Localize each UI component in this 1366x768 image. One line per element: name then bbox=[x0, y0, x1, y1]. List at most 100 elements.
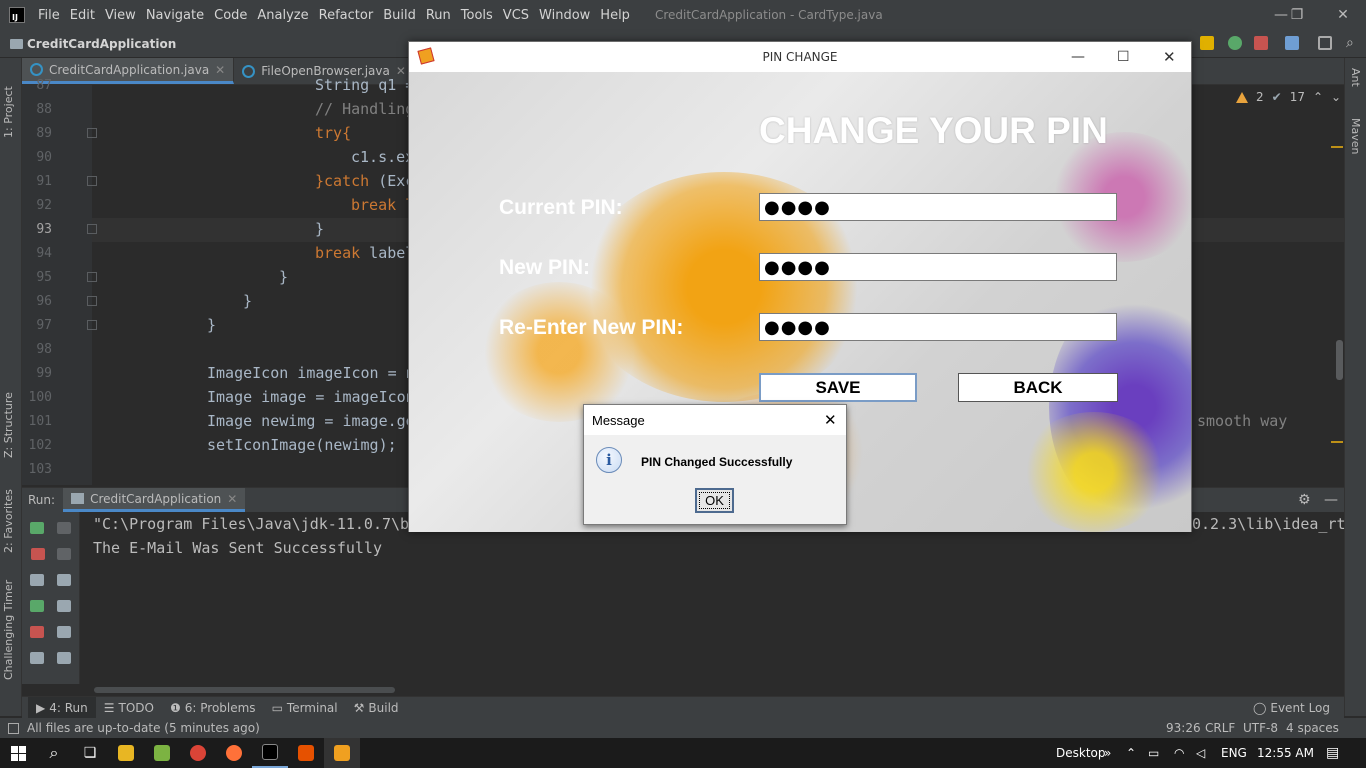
volume-icon[interactable]: ◁ bbox=[1196, 746, 1205, 760]
close-icon[interactable]: ✕ bbox=[227, 492, 237, 506]
camera-icon[interactable] bbox=[30, 574, 44, 586]
fold-marker-icon[interactable] bbox=[87, 272, 97, 282]
battery-icon[interactable]: ▭ bbox=[1148, 746, 1159, 760]
taskbar-app-orange[interactable] bbox=[288, 738, 324, 768]
presentation-icon[interactable] bbox=[1318, 36, 1332, 50]
tab-run[interactable]: ▶ 4: Run bbox=[28, 696, 96, 719]
stop-icon[interactable] bbox=[1254, 36, 1268, 50]
save-button[interactable]: SAVE bbox=[759, 373, 917, 402]
tab-creditcardapplication[interactable]: CreditCardApplication.java ✕ bbox=[22, 58, 235, 84]
file-encoding[interactable]: UTF-8 bbox=[1243, 721, 1278, 735]
editor-scrollbar[interactable] bbox=[1336, 340, 1343, 380]
taskbar-java-app[interactable] bbox=[324, 738, 360, 768]
chevron-down-icon[interactable]: ⌄ bbox=[1331, 90, 1341, 104]
status-message[interactable]: All files are up-to-date (5 minutes ago) bbox=[27, 721, 260, 735]
soft-wrap-icon[interactable] bbox=[57, 574, 71, 586]
taskbar-explorer[interactable] bbox=[108, 738, 144, 768]
search-icon[interactable]: ⌕ bbox=[1346, 36, 1360, 50]
current-pin-field[interactable]: ●●●● bbox=[759, 193, 1117, 221]
menu-build[interactable]: Build bbox=[378, 8, 421, 23]
menu-refactor[interactable]: Refactor bbox=[314, 8, 379, 23]
taskbar-chrome[interactable] bbox=[180, 738, 216, 768]
inspection-widget[interactable]: 2 ✔ 17 ⌃ ⌄ bbox=[1236, 90, 1341, 104]
menu-window[interactable]: Window bbox=[534, 8, 595, 23]
error-stripe-marker[interactable] bbox=[1331, 146, 1343, 148]
console-output[interactable]: "C:\Program Files\Java\jdk-11.0.7\b The … bbox=[80, 512, 1346, 684]
start-button[interactable] bbox=[0, 738, 36, 768]
run-config-tab[interactable]: CreditCardApplication ✕ bbox=[63, 488, 246, 512]
back-button[interactable]: BACK bbox=[958, 373, 1118, 402]
menu-analyze[interactable]: Analyze bbox=[252, 8, 313, 23]
language-indicator[interactable]: ENG bbox=[1221, 746, 1247, 760]
settings-gear-icon[interactable]: ⚙ bbox=[1298, 492, 1311, 508]
ant-tool-tab[interactable]: Ant bbox=[1349, 68, 1362, 87]
hidden-icons-icon[interactable]: ⌃ bbox=[1126, 746, 1136, 760]
taskbar-firefox[interactable] bbox=[216, 738, 252, 768]
layout-icon[interactable] bbox=[30, 652, 44, 664]
ok-button[interactable]: OK bbox=[695, 488, 734, 513]
error-stripe-marker[interactable] bbox=[1331, 441, 1343, 443]
close-window-button[interactable]: ✕ bbox=[1320, 0, 1366, 30]
menu-navigate[interactable]: Navigate bbox=[141, 8, 209, 23]
notification-icon[interactable]: ▤ bbox=[1326, 745, 1339, 761]
close-icon[interactable]: ✕ bbox=[1163, 48, 1176, 66]
tab-build[interactable]: ⚒ Build bbox=[346, 697, 407, 719]
maven-tool-tab[interactable]: Maven bbox=[1349, 118, 1362, 154]
print-icon[interactable] bbox=[57, 626, 71, 638]
menu-help[interactable]: Help bbox=[595, 8, 635, 23]
taskbar-intellij[interactable] bbox=[252, 738, 288, 768]
new-pin-field[interactable]: ●●●● bbox=[759, 253, 1117, 281]
down-arrow-icon[interactable] bbox=[57, 548, 71, 560]
fold-marker-icon[interactable] bbox=[87, 320, 97, 330]
clock[interactable]: 12:55 AM bbox=[1257, 746, 1314, 760]
breadcrumb[interactable]: CreditCardApplication bbox=[10, 37, 176, 51]
favorites-tool-tab[interactable]: 2: Favorites bbox=[2, 473, 15, 553]
fold-marker-icon[interactable] bbox=[87, 128, 97, 138]
menu-view[interactable]: View bbox=[100, 8, 141, 23]
tab-problems[interactable]: ❶ 6: Problems bbox=[162, 697, 264, 719]
build-icon[interactable] bbox=[1200, 36, 1214, 50]
console-scrollbar[interactable] bbox=[94, 687, 395, 693]
project-tool-tab[interactable]: 1: Project bbox=[2, 68, 15, 138]
minimize-icon[interactable]: — bbox=[1071, 49, 1085, 65]
structure-tool-tab[interactable]: Z: Structure bbox=[2, 378, 15, 458]
rerun-icon[interactable] bbox=[30, 522, 44, 534]
caret-position[interactable]: 93:26 bbox=[1166, 721, 1201, 735]
close-icon[interactable]: ✕ bbox=[824, 411, 837, 429]
menu-edit[interactable]: Edit bbox=[65, 8, 100, 23]
scroll-to-end-icon[interactable] bbox=[57, 600, 71, 612]
stop-icon[interactable] bbox=[31, 548, 45, 560]
chevron-icon[interactable]: » bbox=[1104, 746, 1111, 760]
reenter-pin-field[interactable]: ●●●● bbox=[759, 313, 1117, 341]
menu-vcs[interactable]: VCS bbox=[498, 8, 534, 23]
line-separator[interactable]: CRLF bbox=[1205, 721, 1235, 735]
project-structure-icon[interactable] bbox=[1285, 36, 1299, 50]
fold-marker-icon[interactable] bbox=[87, 296, 97, 306]
tool-window-toggle-icon[interactable] bbox=[8, 722, 19, 734]
wifi-icon[interactable]: ◠ bbox=[1174, 746, 1184, 760]
trash-icon[interactable] bbox=[57, 652, 71, 664]
search-button[interactable]: ⌕ bbox=[36, 738, 72, 768]
debug-icon[interactable] bbox=[1228, 36, 1242, 50]
close-icon[interactable]: ✕ bbox=[215, 63, 225, 77]
challenging-timer-tool-tab[interactable]: Challenging Timer bbox=[2, 570, 15, 680]
up-arrow-icon[interactable] bbox=[57, 522, 71, 534]
indent-setting[interactable]: 4 spaces bbox=[1286, 721, 1339, 735]
menu-file[interactable]: File bbox=[33, 8, 65, 23]
restore-button[interactable]: ❐ bbox=[1274, 0, 1320, 30]
menu-run[interactable]: Run bbox=[421, 8, 456, 23]
maximize-icon[interactable]: ☐ bbox=[1117, 49, 1130, 65]
taskbar-notepad[interactable] bbox=[144, 738, 180, 768]
debug-bug-icon[interactable] bbox=[30, 600, 44, 612]
tab-todo[interactable]: ☰ TODO bbox=[96, 697, 162, 719]
hide-panel-icon[interactable]: — bbox=[1324, 492, 1338, 508]
menu-tools[interactable]: Tools bbox=[456, 8, 498, 23]
menu-code[interactable]: Code bbox=[209, 8, 252, 23]
fold-marker-icon[interactable] bbox=[87, 176, 97, 186]
task-view-button[interactable]: ❏ bbox=[72, 738, 108, 768]
fold-marker-icon[interactable] bbox=[87, 224, 97, 234]
desktop-toolbar[interactable]: Desktop bbox=[1056, 746, 1106, 760]
exit-icon[interactable] bbox=[30, 626, 44, 638]
tab-terminal[interactable]: ▭ Terminal bbox=[264, 697, 346, 719]
tab-event-log[interactable]: ◯ Event Log bbox=[1245, 697, 1338, 719]
